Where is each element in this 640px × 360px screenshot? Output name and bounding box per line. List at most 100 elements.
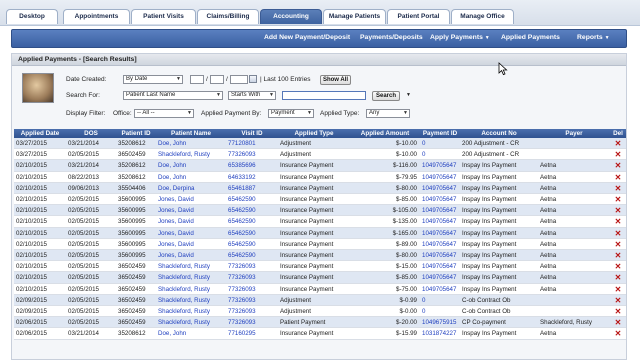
column-header[interactable]: Applied Amount	[350, 129, 420, 138]
patient-name-link[interactable]: Shackleford, Rusty	[156, 261, 226, 272]
patient-name-link[interactable]: Shackleford, Rusty	[156, 272, 226, 283]
search-field-select[interactable]: Patient Last Name ▼	[123, 91, 223, 100]
payment-id-link[interactable]: 0	[420, 149, 460, 160]
patient-name-link[interactable]: Doe, John	[156, 160, 226, 171]
applied-type-select[interactable]: Any ▼	[366, 109, 410, 118]
patient-name-link[interactable]: Shackleford, Rusty	[156, 284, 226, 295]
column-header[interactable]: Payer	[538, 129, 610, 138]
visit-id-link[interactable]: 77326093	[226, 317, 278, 328]
payment-id-link[interactable]: 1049705647	[420, 228, 460, 239]
payment-id-link[interactable]: 0	[420, 306, 460, 317]
delete-icon[interactable]: ✕	[610, 183, 626, 194]
payment-id-link[interactable]: 1049705647	[420, 216, 460, 227]
column-header[interactable]: Applied Date	[14, 129, 66, 138]
column-header[interactable]: Patient ID	[116, 129, 156, 138]
tab-manage-office[interactable]: Manage Office	[451, 9, 514, 24]
payment-id-link[interactable]: 1049705647	[420, 205, 460, 216]
add-new-payment-link[interactable]: Add New Payment/Deposit	[264, 34, 350, 41]
delete-icon[interactable]: ✕	[610, 250, 626, 261]
date-month-input[interactable]	[190, 75, 204, 84]
applied-payments-link[interactable]: Applied Payments	[501, 34, 560, 41]
column-header[interactable]: Del	[610, 129, 626, 138]
date-year-input[interactable]	[230, 75, 248, 84]
search-button[interactable]: Search	[372, 91, 400, 101]
patient-name-link[interactable]: Jones, David	[156, 239, 226, 250]
visit-id-link[interactable]: 77326093	[226, 261, 278, 272]
delete-icon[interactable]: ✕	[610, 149, 626, 160]
patient-name-link[interactable]: Doe, John	[156, 328, 226, 339]
payments-deposits-link[interactable]: Payments/Deposits	[360, 34, 423, 41]
visit-id-link[interactable]: 65462590	[226, 194, 278, 205]
payment-id-link[interactable]: 1049705647	[420, 172, 460, 183]
payment-id-link[interactable]: 1049705647	[420, 194, 460, 205]
apply-payments-menu[interactable]: Apply Payments ▼	[430, 34, 490, 41]
patient-name-link[interactable]: Jones, David	[156, 250, 226, 261]
tab-patient-portal[interactable]: Patient Portal	[387, 9, 450, 24]
tab-manage-patients[interactable]: Manage Patients	[323, 9, 386, 24]
chevron-down-icon[interactable]: ▼	[406, 92, 411, 98]
payment-id-link[interactable]: 1049705647	[420, 183, 460, 194]
delete-icon[interactable]: ✕	[610, 216, 626, 227]
tab-accounting[interactable]: Accounting	[260, 9, 322, 24]
visit-id-link[interactable]: 77326093	[226, 306, 278, 317]
tab-desktop[interactable]: Desktop	[6, 9, 58, 24]
date-day-input[interactable]	[210, 75, 224, 84]
tab-patient-visits[interactable]: Patient Visits	[131, 9, 196, 24]
visit-id-link[interactable]: 65462590	[226, 216, 278, 227]
payment-id-link[interactable]: 0	[420, 138, 460, 149]
column-header[interactable]: Applied Type	[278, 129, 350, 138]
search-input[interactable]	[282, 91, 366, 100]
visit-id-link[interactable]: 77120801	[226, 138, 278, 149]
patient-name-link[interactable]: Shackleford, Rusty	[156, 149, 226, 160]
applied-by-select[interactable]: Payment ▼	[268, 109, 314, 118]
column-header[interactable]: Account No	[460, 129, 538, 138]
calendar-icon[interactable]	[249, 75, 257, 83]
patient-name-link[interactable]: Shackleford, Rusty	[156, 306, 226, 317]
payment-id-link[interactable]: 0	[420, 295, 460, 306]
show-all-button[interactable]: Show All	[320, 75, 351, 85]
payment-id-link[interactable]: 1049705647	[420, 261, 460, 272]
patient-name-link[interactable]: Doe, John	[156, 138, 226, 149]
payment-id-link[interactable]: 1049705647	[420, 160, 460, 171]
delete-icon[interactable]: ✕	[610, 317, 626, 328]
patient-name-link[interactable]: Jones, David	[156, 194, 226, 205]
patient-name-link[interactable]: Jones, David	[156, 216, 226, 227]
delete-icon[interactable]: ✕	[610, 160, 626, 171]
column-header[interactable]: Visit ID	[226, 129, 278, 138]
delete-icon[interactable]: ✕	[610, 272, 626, 283]
patient-name-link[interactable]: Jones, David	[156, 205, 226, 216]
delete-icon[interactable]: ✕	[610, 328, 626, 339]
match-mode-select[interactable]: Starts With ▼	[228, 91, 276, 100]
visit-id-link[interactable]: 65462590	[226, 205, 278, 216]
visit-id-link[interactable]: 65462590	[226, 228, 278, 239]
patient-name-link[interactable]: Jones, David	[156, 228, 226, 239]
visit-id-link[interactable]: 65462590	[226, 239, 278, 250]
patient-name-link[interactable]: Shackleford, Rusty	[156, 295, 226, 306]
delete-icon[interactable]: ✕	[610, 261, 626, 272]
visit-id-link[interactable]: 77326093	[226, 272, 278, 283]
patient-name-link[interactable]: Shackleford, Rusty	[156, 317, 226, 328]
patient-name-link[interactable]: Doe, John	[156, 172, 226, 183]
delete-icon[interactable]: ✕	[610, 239, 626, 250]
visit-id-link[interactable]: 64633192	[226, 172, 278, 183]
delete-icon[interactable]: ✕	[610, 194, 626, 205]
date-created-select[interactable]: By Date ▼	[123, 75, 183, 84]
payment-id-link[interactable]: 1049705647	[420, 239, 460, 250]
visit-id-link[interactable]: 77326093	[226, 284, 278, 295]
delete-icon[interactable]: ✕	[610, 172, 626, 183]
visit-id-link[interactable]: 65461887	[226, 183, 278, 194]
patient-name-link[interactable]: Doe, Derpina	[156, 183, 226, 194]
delete-icon[interactable]: ✕	[610, 138, 626, 149]
visit-id-link[interactable]: 65462590	[226, 250, 278, 261]
column-header[interactable]: DOS	[66, 129, 116, 138]
visit-id-link[interactable]: 77326093	[226, 149, 278, 160]
delete-icon[interactable]: ✕	[610, 228, 626, 239]
delete-icon[interactable]: ✕	[610, 284, 626, 295]
delete-icon[interactable]: ✕	[610, 306, 626, 317]
payment-id-link[interactable]: 1031874227	[420, 328, 460, 339]
office-select[interactable]: -- All -- ▼	[134, 109, 194, 118]
payment-id-link[interactable]: 1049705647	[420, 284, 460, 295]
payment-id-link[interactable]: 1049705647	[420, 250, 460, 261]
delete-icon[interactable]: ✕	[610, 295, 626, 306]
tab-claims-billing[interactable]: Claims/Billing	[197, 9, 259, 24]
